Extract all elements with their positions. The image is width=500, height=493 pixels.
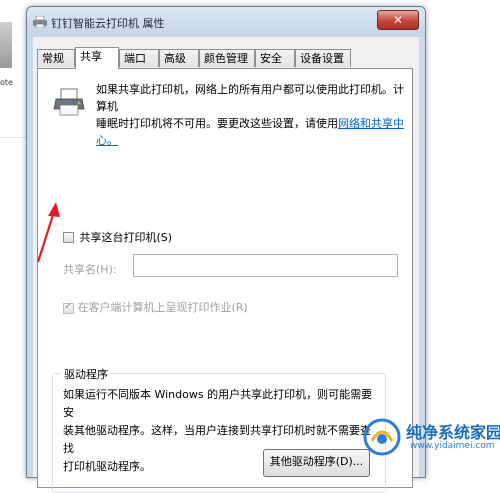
- tab-sharing[interactable]: 共享: [75, 47, 119, 69]
- close-button[interactable]: ✕: [377, 10, 419, 30]
- close-icon: ✕: [392, 13, 404, 27]
- tab-device-settings[interactable]: 设备设置: [295, 49, 351, 67]
- drivers-group-title: 驱动程序: [61, 366, 111, 382]
- printer-icon: [33, 16, 47, 28]
- render-jobs-label: 在客户端计算机上呈现打印作业(R): [77, 301, 248, 314]
- tab-general[interactable]: 常规: [37, 49, 75, 67]
- tab-security[interactable]: 安全: [255, 49, 295, 67]
- share-printer-label: 共享这台打印机(S): [79, 231, 173, 244]
- watermark-logo-icon: [363, 418, 401, 456]
- share-name-input[interactable]: [133, 254, 398, 277]
- sharing-info-text-span: 睡眠时打印机将不可用。要更改这些设置，请使用: [96, 117, 338, 130]
- title-bar[interactable]: 钉钉智能云打印机 属性 ✕: [27, 7, 425, 37]
- window-title: 钉钉智能云打印机 属性: [51, 17, 165, 30]
- desktop-item-label: ote: [0, 78, 13, 87]
- printer-icon: [53, 88, 85, 116]
- watermark: 纯净系统家园 www.yidaimei.com: [358, 413, 500, 461]
- annotation-arrow-icon: [36, 202, 60, 263]
- sharing-info-text: 如果共享此打印机，网络上的所有用户都可以使用此打印机。计算机 睡眠时打印机将不可…: [96, 81, 414, 149]
- watermark-url: www.yidaimei.com: [410, 441, 495, 451]
- render-jobs-checkbox[interactable]: [63, 301, 74, 314]
- watermark-name: 纯净系统家园: [406, 423, 500, 442]
- additional-drivers-button[interactable]: 其他驱动程序(D)...: [263, 449, 370, 477]
- sharing-panel: 如果共享此打印机，网络上的所有用户都可以使用此打印机。计算机 睡眠时打印机将不可…: [37, 68, 414, 493]
- render-jobs-option[interactable]: 在客户端计算机上呈现打印作业(R): [63, 299, 248, 315]
- sharing-info-line: 睡眠时打印机将不可用。要更改这些设置，请使用网络和共享中心。: [96, 115, 414, 149]
- tab-ports[interactable]: 端口: [119, 49, 159, 67]
- printer-icon-desktop[interactable]: [0, 22, 12, 68]
- tab-color-management[interactable]: 颜色管理: [199, 49, 255, 67]
- tab-advanced[interactable]: 高级: [159, 49, 199, 67]
- desktop-background: [0, 0, 24, 463]
- drivers-description-line: 如果运行不同版本 Windows 的用户共享此打印机，则可能需要安: [63, 388, 373, 419]
- divider: [0, 137, 26, 138]
- printer-properties-window: 钉钉智能云打印机 属性 ✕ 常规 共享 端口 高级 颜色管理 安全 设备设置 如…: [26, 6, 426, 493]
- dialog-client-area: 常规 共享 端口 高级 颜色管理 安全 设备设置 如果共享此打印机，网络上的所有…: [33, 37, 419, 493]
- share-settings-group: 共享这台打印机(S) 共享名(H): 在客户端计算机上呈现打印作业(R): [49, 229, 398, 343]
- drivers-group: 驱动程序 如果运行不同版本 Windows 的用户共享此打印机，则可能需要安 装…: [52, 366, 386, 493]
- sharing-info-line: 如果共享此打印机，网络上的所有用户都可以使用此打印机。计算机: [96, 83, 404, 113]
